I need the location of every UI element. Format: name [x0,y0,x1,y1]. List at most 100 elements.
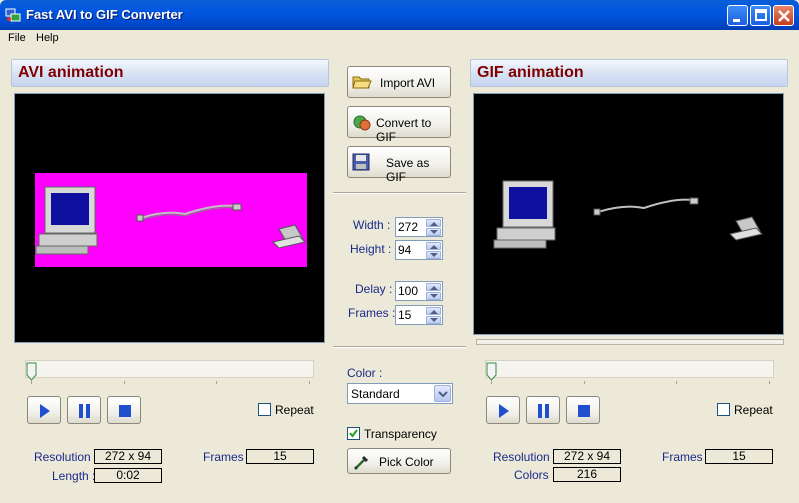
window-title: Fast AVI to GIF Converter [26,7,183,22]
delay-decrease-button[interactable] [426,292,441,300]
delay-spinner[interactable] [395,281,443,301]
maximize-icon [755,9,767,21]
menu-bar: File Help [0,30,799,47]
avi-panel-header: AVI animation [11,59,329,87]
frames-input[interactable] [398,308,426,322]
slider-tick [584,381,585,384]
chevron-down-icon [430,230,438,234]
avi-pause-button[interactable] [67,396,101,424]
gif-repeat-label: Repeat [734,403,773,417]
avi-stop-button[interactable] [107,396,141,424]
gif-stop-button[interactable] [566,396,600,424]
divider [333,346,466,348]
convert-to-gif-button[interactable]: Convert to GIF [347,106,451,144]
avi-resolution-value: 272 x 94 [94,449,162,464]
width-input[interactable] [398,220,426,234]
chevron-down-icon [430,253,438,257]
eyedropper-icon [354,455,369,470]
save-as-gif-label: Save as GIF [386,156,430,184]
app-icon [5,8,21,22]
delay-increase-button[interactable] [426,283,441,291]
play-icon [499,404,509,418]
pick-color-button[interactable]: Pick Color [347,448,451,474]
gif-repeat-checkbox[interactable] [717,403,730,416]
gif-pause-button[interactable] [526,396,560,424]
slider-tick [216,381,217,384]
slider-tick [676,381,677,384]
play-icon [40,404,50,418]
title-bar[interactable]: Fast AVI to GIF Converter [0,0,799,30]
avi-panel-title: AVI animation [18,64,124,81]
color-select-value: Standard [351,387,400,401]
minimize-button[interactable] [727,5,748,26]
avi-repeat-label: Repeat [275,403,314,417]
close-button[interactable] [773,5,794,26]
avi-preview [14,93,325,343]
width-label: Width : [353,218,391,232]
slider-tick [491,381,492,384]
delay-input[interactable] [398,284,426,298]
transparency-label: Transparency [364,427,437,441]
gif-preview [473,93,784,335]
height-spinner[interactable] [395,240,443,260]
color-select[interactable]: Standard [347,383,453,404]
minimize-icon [733,19,740,22]
avi-frames-value: 15 [246,449,314,464]
color-select-dropdown-button[interactable] [434,385,451,402]
gif-colors-value: 216 [553,467,621,482]
slider-tick [309,381,310,384]
slider-tick [769,381,770,384]
pause-icon [79,404,90,418]
gif-resolution-value: 272 x 94 [553,449,621,464]
avi-play-button[interactable] [27,396,61,424]
chevron-up-icon [430,286,438,290]
avi-resolution-label: Resolution : [34,450,98,464]
avi-frames-label: Frames : [203,450,251,464]
height-label: Height : [350,242,392,256]
avi-slider-thumb[interactable] [26,362,38,382]
frames-label: Frames : [348,306,396,320]
laptop-icon [729,216,763,241]
transparency-checkbox[interactable] [347,427,360,440]
convert-to-gif-label: Convert to GIF [376,116,432,144]
gif-panel-header: GIF animation [470,59,788,87]
avi-repeat-checkbox[interactable] [258,403,271,416]
chevron-down-icon [430,294,438,298]
stop-icon [119,405,131,417]
import-avi-label: Import AVI [380,76,436,90]
gif-frame-image [493,180,763,249]
pick-color-label: Pick Color [379,455,434,469]
import-avi-button[interactable]: Import AVI [347,66,451,98]
checkmark-icon [349,429,358,438]
folder-open-icon [352,76,372,89]
width-increase-button[interactable] [426,219,441,227]
gif-play-button[interactable] [486,396,520,424]
save-as-gif-button[interactable]: Save as GIF [347,146,451,184]
menu-file[interactable]: File [8,32,26,44]
floppy-disk-icon [352,153,370,171]
close-icon [778,10,790,22]
width-decrease-button[interactable] [426,228,441,236]
maximize-button[interactable] [750,5,771,26]
chevron-down-icon [430,318,438,322]
chevron-up-icon [430,245,438,249]
avi-seek-slider[interactable] [25,360,314,381]
frames-spinner[interactable] [395,305,443,325]
gif-slider-thumb[interactable] [486,362,498,382]
avi-length-label: Length : [52,469,96,483]
width-spinner[interactable] [395,217,443,237]
gif-frames-value: 15 [705,449,773,464]
gif-seek-slider[interactable] [485,360,774,381]
menu-help[interactable]: Help [36,32,59,44]
slider-tick [124,381,125,384]
height-increase-button[interactable] [426,242,441,250]
chevron-up-icon [430,222,438,226]
height-decrease-button[interactable] [426,251,441,259]
frames-decrease-button[interactable] [426,316,441,324]
gif-progress-bar [476,339,784,345]
divider [333,192,466,194]
app-window: Fast AVI to GIF Converter File Help AVI … [0,0,799,503]
desktop-computer-icon [493,180,556,249]
height-input[interactable] [398,243,426,257]
frames-increase-button[interactable] [426,307,441,315]
